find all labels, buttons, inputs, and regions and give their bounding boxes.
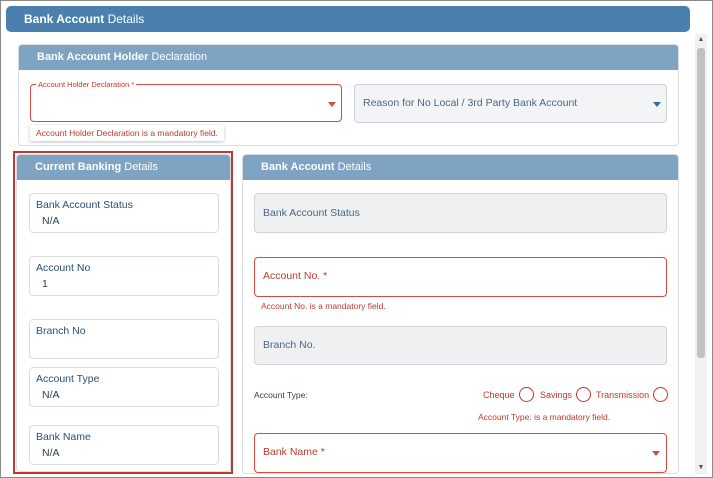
current-banking-panel-header: Current Banking Details <box>17 155 230 180</box>
radio-savings[interactable]: Savings <box>540 387 592 402</box>
account-type-error: Account Type: is a mandatory field. <box>478 412 611 422</box>
info-value: N/A <box>42 389 60 401</box>
account-type-label: Account Type: <box>254 390 308 400</box>
account-holder-declaration-error: Account Holder Declaration is a mandator… <box>30 125 224 141</box>
branch-no-field[interactable]: Branch No. <box>254 326 667 365</box>
radio-transmission[interactable]: Transmission <box>596 387 669 402</box>
radio-unchecked-icon[interactable] <box>576 387 592 402</box>
page-title-rest: Details <box>104 12 145 26</box>
info-value: 1 <box>42 278 48 290</box>
page-header: Bank Account Details <box>6 6 690 32</box>
current-account-no: Account No 1 <box>29 256 219 296</box>
account-holder-declaration-select[interactable]: Account Holder Declaration * <box>30 79 342 122</box>
info-label: Account Type <box>36 373 100 385</box>
bank-account-status-placeholder: Bank Account Status <box>263 207 360 219</box>
caret-down-icon <box>653 102 661 107</box>
radio-cheque-label: Cheque <box>483 389 515 400</box>
bank-name-placeholder: Bank Name * <box>263 446 325 458</box>
caret-down-icon <box>652 451 660 456</box>
current-bank-account-status: Bank Account Status N/A <box>29 193 219 233</box>
info-label: Branch No <box>36 325 86 337</box>
bank-name-select[interactable]: Bank Name * <box>254 433 667 473</box>
current-banking-title-rest: Details <box>121 161 158 173</box>
reason-no-account-select[interactable]: Reason for No Local / 3rd Party Bank Acc… <box>354 84 667 123</box>
scroll-up-icon[interactable]: ▲ <box>695 34 707 46</box>
radio-cheque[interactable]: Cheque <box>483 387 534 402</box>
page-title-bold: Bank Account <box>24 12 105 26</box>
info-label: Bank Name <box>36 431 91 443</box>
current-account-type: Account Type N/A <box>29 367 219 407</box>
bank-details-title-bold: Bank Account <box>261 161 335 173</box>
bank-details-title-rest: Details <box>334 161 372 173</box>
bank-account-status-field[interactable]: Bank Account Status <box>254 193 667 233</box>
info-label: Bank Account Status <box>36 199 133 211</box>
scroll-down-icon[interactable]: ▼ <box>695 462 707 474</box>
info-value: N/A <box>42 447 60 459</box>
account-holder-declaration-legend: Account Holder Declaration * <box>36 79 137 90</box>
reason-no-account-placeholder: Reason for No Local / 3rd Party Bank Acc… <box>363 97 578 109</box>
radio-unchecked-icon[interactable] <box>653 387 669 402</box>
radio-savings-label: Savings <box>540 389 573 400</box>
declaration-title-bold: Bank Account Holder <box>37 51 149 63</box>
current-branch-no: Branch No <box>29 319 219 359</box>
account-no-placeholder: Account No. * <box>263 270 328 282</box>
declaration-title-rest: Declaration <box>148 51 208 63</box>
radio-transmission-label: Transmission <box>596 389 650 400</box>
account-no-error: Account No. is a mandatory field. <box>261 301 386 311</box>
account-no-input[interactable]: Account No. * <box>254 257 667 297</box>
bank-account-details-panel-header: Bank Account Details <box>243 155 678 180</box>
scrollbar-thumb[interactable] <box>697 48 705 358</box>
radio-unchecked-icon[interactable] <box>518 387 534 402</box>
current-banking-title-bold: Current Banking <box>35 161 122 173</box>
vertical-scrollbar[interactable]: ▲ ▼ <box>695 34 707 474</box>
info-label: Account No <box>36 262 91 274</box>
declaration-panel-header: Bank Account Holder Declaration <box>19 45 678 70</box>
branch-no-placeholder: Branch No. <box>263 339 316 351</box>
caret-down-icon <box>328 102 336 107</box>
current-bank-name: Bank Name N/A <box>29 425 219 465</box>
info-value: N/A <box>42 215 60 227</box>
